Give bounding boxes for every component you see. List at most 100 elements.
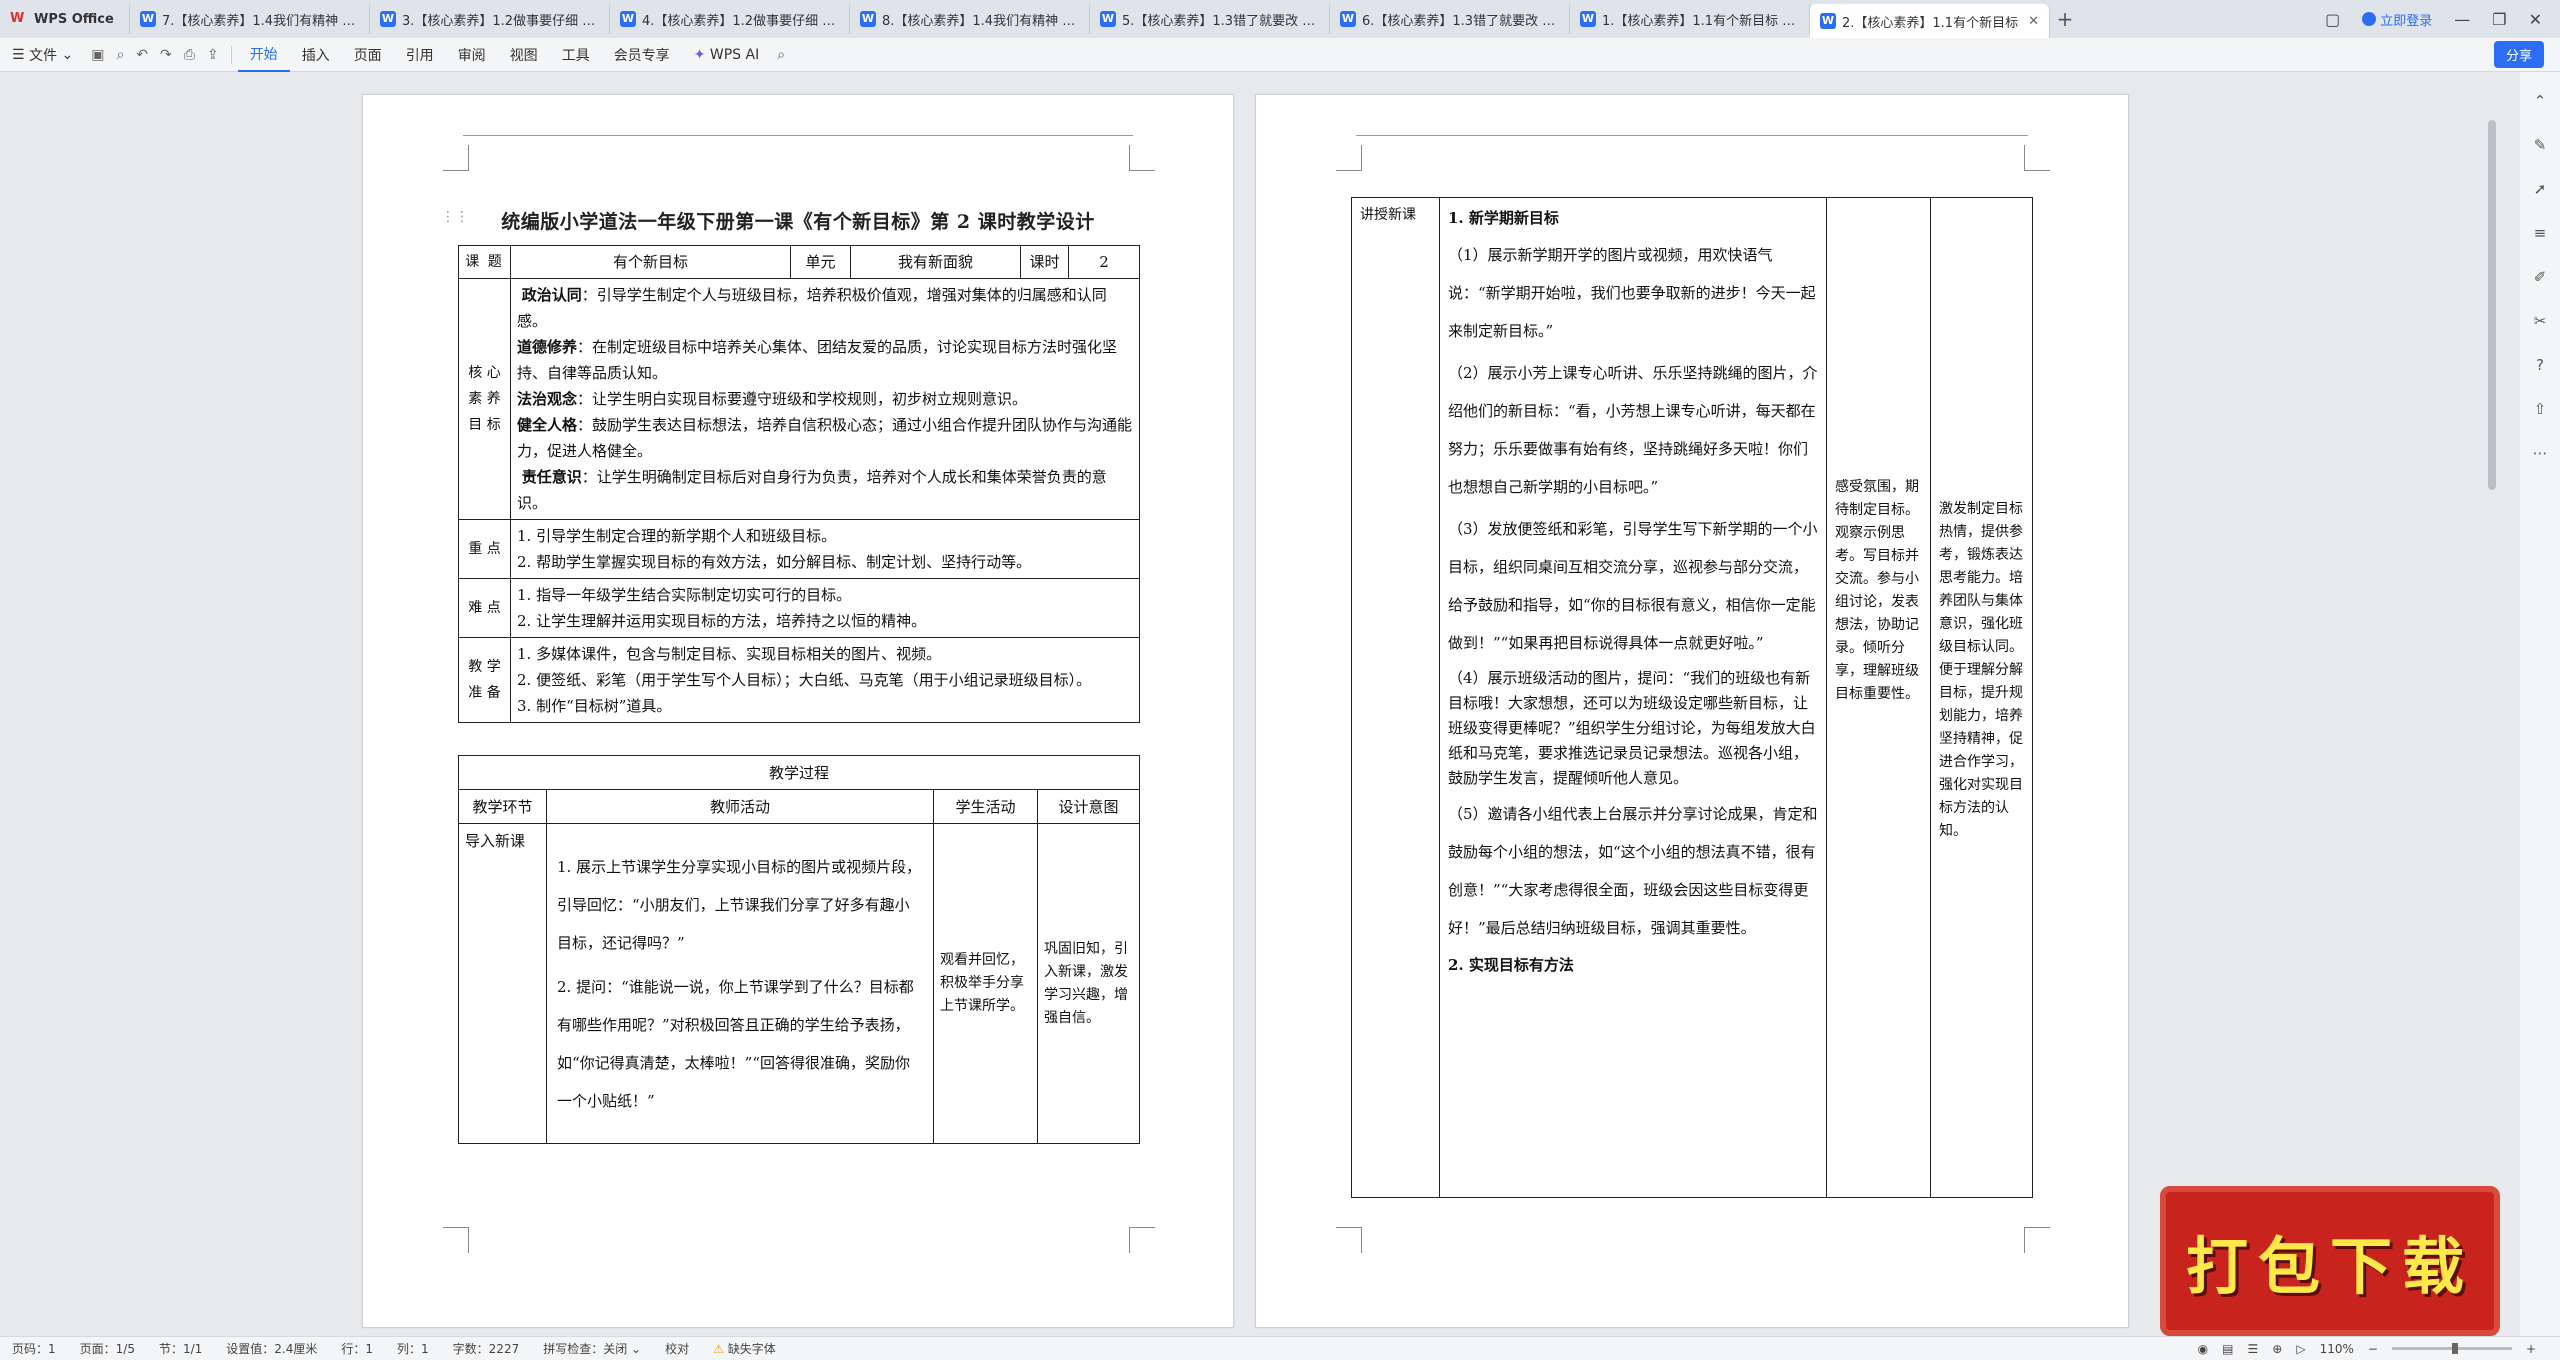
- list-item: 2. 便签纸、彩笔（用于学生写个人目标）；大白纸、马克笔（用于小组记录班级目标）…: [517, 671, 1092, 689]
- core-goal-text: ：让学生明确制定目标后对自身行为负责，培养对个人成长和集体荣誉负责的意识。: [517, 468, 1107, 512]
- vertical-scrollbar[interactable]: [2488, 120, 2496, 490]
- outline-icon[interactable]: ☰: [2248, 1342, 2259, 1356]
- column-header: 学生活动: [933, 789, 1038, 824]
- section-heading: 2. 实现目标有方法: [1448, 956, 1574, 974]
- redo-icon[interactable]: ↷: [154, 38, 178, 72]
- missing-font-button[interactable]: ⚠ 缺失字体: [701, 1340, 788, 1357]
- process-title: 教学过程: [458, 755, 1140, 790]
- list-item: 1. 多媒体课件，包含与制定目标、实现目标相关的图片、视频。: [517, 645, 942, 663]
- table-row: 教 学 准 备 1. 多媒体课件，包含与制定目标、实现目标相关的图片、视频。 2…: [458, 637, 1140, 723]
- zoom-value[interactable]: 110%: [2320, 1342, 2354, 1356]
- document-title: 统编版小学道法一年级下册第一课《有个新目标》第 2 课时教学设计: [501, 211, 1095, 233]
- undo-icon[interactable]: ↶: [130, 38, 154, 72]
- tab-home[interactable]: 开始: [237, 38, 290, 72]
- crop-mark: [1336, 145, 1362, 171]
- zoom-slider-thumb[interactable]: [2451, 1343, 2458, 1354]
- restore-icon[interactable]: ❐: [2492, 10, 2506, 29]
- list-item: 1. 指导一年级学生结合实际制定切实可行的目标。: [517, 586, 852, 604]
- settings-icon[interactable]: ≡: [2534, 224, 2547, 242]
- right-sidebar: ⌃ ✎ ➚ ≡ ✐ ✂ ? ⇧ ⋯: [2520, 72, 2560, 1336]
- tab-doc-6[interactable]: W 6.【核心素养】1.3错了就要改 第2课时: [1330, 4, 1570, 34]
- list-item: 2. 让学生理解并运用实现目标的方法，培养持之以恒的精神。: [517, 612, 927, 630]
- document-page-2[interactable]: 讲授新课 1. 新学期新目标 （1）展示新学期开学的图片或视频，用欢快语气说：“…: [1255, 94, 2129, 1328]
- tab-doc-2-active[interactable]: W 2.【核心素养】1.1有个新目标 ✕: [1810, 4, 2050, 38]
- export-icon[interactable]: ⇪: [201, 38, 225, 72]
- crop-mark: [443, 1227, 469, 1253]
- download-banner[interactable]: 打包下载: [2160, 1186, 2500, 1336]
- tab-label: 6.【核心素养】1.3错了就要改 第2课时: [1362, 13, 1559, 29]
- design-intent-cell: 激发制定目标热情，提供参考，锻炼表达思考能力。培养团队与集体意识，强化班级目标认…: [1930, 197, 2033, 1198]
- core-goal-key: 政治认同: [521, 286, 582, 304]
- share-icon[interactable]: ⇧: [2534, 400, 2547, 418]
- proofread-button[interactable]: 校对: [653, 1340, 701, 1357]
- collapse-icon[interactable]: ⌃: [2534, 92, 2547, 110]
- file-menu[interactable]: ☰ 文件 ⌄: [0, 38, 85, 72]
- zoom-in-icon[interactable]: +: [2526, 1342, 2536, 1356]
- save-icon[interactable]: ▣: [85, 38, 110, 72]
- tab-member[interactable]: 会员专享: [602, 38, 682, 72]
- menu-icon: ☰: [12, 46, 25, 63]
- print-icon[interactable]: ⎙: [178, 38, 201, 72]
- core-goal-key: 责任意识: [521, 468, 582, 486]
- header-line: [1356, 135, 2028, 136]
- word-doc-icon: W: [1100, 11, 1116, 27]
- find-icon[interactable]: ⌕: [110, 38, 130, 72]
- tab-label: WPS Office: [34, 11, 114, 27]
- tab-review[interactable]: 审阅: [446, 38, 498, 72]
- tab-tools[interactable]: 工具: [550, 38, 602, 72]
- web-view-icon[interactable]: ⊕: [2272, 1342, 2282, 1356]
- wps-ai-button[interactable]: ✦ WPS AI: [682, 38, 772, 72]
- separator: [230, 45, 232, 64]
- share-button[interactable]: 分享: [2493, 41, 2544, 68]
- tools-icon[interactable]: ✂: [2534, 312, 2547, 330]
- word-doc-icon: W: [620, 11, 636, 27]
- tab-label: 7.【核心素养】1.4我们有精神 第1课时: [162, 13, 359, 29]
- cell-value: 有个新目标: [510, 245, 791, 279]
- status-right: ◉ ▤ ☰ ⊕ ▷ 110% − +: [2198, 1342, 2560, 1356]
- eye-icon[interactable]: ◉: [2198, 1342, 2208, 1356]
- tab-doc-7[interactable]: W 7.【核心素养】1.4我们有精神 第1课时: [130, 4, 370, 34]
- pointer-icon[interactable]: ➚: [2534, 180, 2547, 198]
- help-icon[interactable]: ?: [2536, 356, 2544, 374]
- ai-icon: ✦: [693, 46, 706, 63]
- tab-insert[interactable]: 插入: [290, 38, 342, 72]
- zoom-out-icon[interactable]: −: [2368, 1342, 2378, 1356]
- crop-mark: [443, 145, 469, 171]
- section-heading: 1. 新学期新目标: [1448, 209, 1559, 227]
- tab-references[interactable]: 引用: [394, 38, 446, 72]
- tab-view[interactable]: 视图: [498, 38, 550, 72]
- paragraph: （1）展示新学期开学的图片或视频，用欢快语气说：“新学期开始啦，我们也要争取新的…: [1448, 246, 1816, 340]
- spell-check-toggle[interactable]: 拼写检查：关闭 ⌄: [531, 1340, 653, 1357]
- more-icon[interactable]: ⋯: [2533, 444, 2548, 462]
- cell-value: 2: [1068, 245, 1140, 279]
- status-section: 节：1/1: [158, 1342, 203, 1356]
- tab-wps-home[interactable]: W WPS Office: [0, 4, 130, 34]
- tab-doc-3[interactable]: W 3.【核心素养】1.2做事要仔细 第1课时: [370, 4, 610, 34]
- add-tab-icon[interactable]: +: [2050, 7, 2080, 31]
- tab-doc-1[interactable]: W 1.【核心素养】1.1有个新目标 第1课时: [1570, 4, 1810, 34]
- minimize-icon[interactable]: —: [2454, 10, 2470, 29]
- search-icon[interactable]: ⌕: [771, 38, 791, 72]
- status-words[interactable]: 字数：2227: [441, 1340, 532, 1357]
- key-points-cell: 1. 引导学生制定合理的新学期个人和班级目标。 2. 帮助学生掌握实现目标的有效…: [510, 519, 1140, 579]
- core-goal-item: 责任意识：让学生明确制定目标后对自身行为负责，培养对个人成长和集体荣誉负责的意识…: [517, 464, 1133, 516]
- edit-icon[interactable]: ✐: [2534, 268, 2547, 286]
- tab-label: 8.【核心素养】1.4我们有精神 第2课时: [882, 13, 1079, 29]
- close-tab-icon[interactable]: ✕: [2022, 14, 2039, 29]
- table-row: 难 点 1. 指导一年级学生结合实际制定切实可行的目标。 2. 让学生理解并运用…: [458, 578, 1140, 638]
- tab-doc-4[interactable]: W 4.【核心素养】1.2做事要仔细 第2课时: [610, 4, 850, 34]
- page-view-icon[interactable]: ▤: [2222, 1342, 2233, 1356]
- word-doc-icon: W: [860, 11, 876, 27]
- layout-icon[interactable]: ▢: [2325, 10, 2340, 29]
- tab-doc-8[interactable]: W 8.【核心素养】1.4我们有精神 第2课时: [850, 4, 1090, 34]
- tab-doc-5[interactable]: W 5.【核心素养】1.3错了就要改 第1课时: [1090, 4, 1330, 34]
- status-pages[interactable]: 页面：1/5: [68, 1340, 147, 1357]
- paragraph: 1. 展示上节课学生分享实现小目标的图片或视频片段，引导回忆：“小朋友们，上节课…: [557, 857, 922, 952]
- document-page-1[interactable]: ⋮⋮ 统编版小学道法一年级下册第一课《有个新目标》第 2 课时教学设计 课 题 …: [362, 94, 1234, 1328]
- close-window-icon[interactable]: ✕: [2529, 10, 2542, 29]
- zoom-slider[interactable]: [2391, 1343, 2512, 1354]
- tab-page[interactable]: 页面: [342, 38, 394, 72]
- pen-icon[interactable]: ✎: [2534, 136, 2547, 154]
- login-button[interactable]: 立即登录: [2362, 10, 2432, 29]
- read-icon[interactable]: ▷: [2296, 1342, 2305, 1356]
